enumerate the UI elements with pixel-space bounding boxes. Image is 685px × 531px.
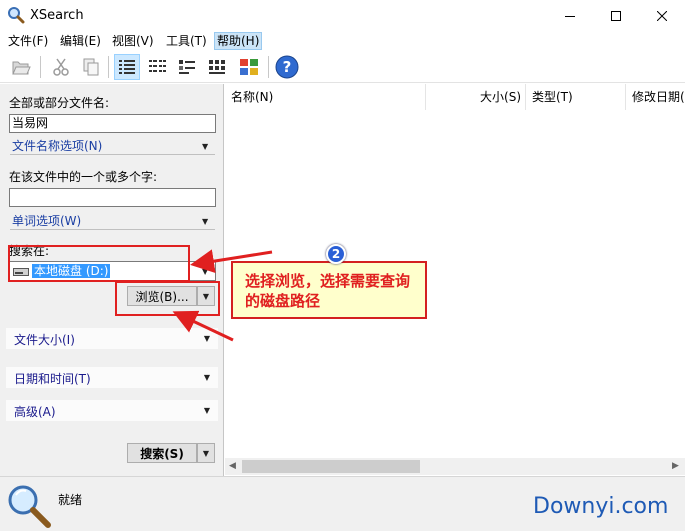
annotation-text: 选择浏览，选择需要查询的磁盘路径 <box>245 272 411 310</box>
step-number-badge: 2 <box>326 244 346 264</box>
watermark: Downyi.com <box>533 494 669 519</box>
annotation-callout: 选择浏览，选择需要查询的磁盘路径 <box>231 261 427 319</box>
